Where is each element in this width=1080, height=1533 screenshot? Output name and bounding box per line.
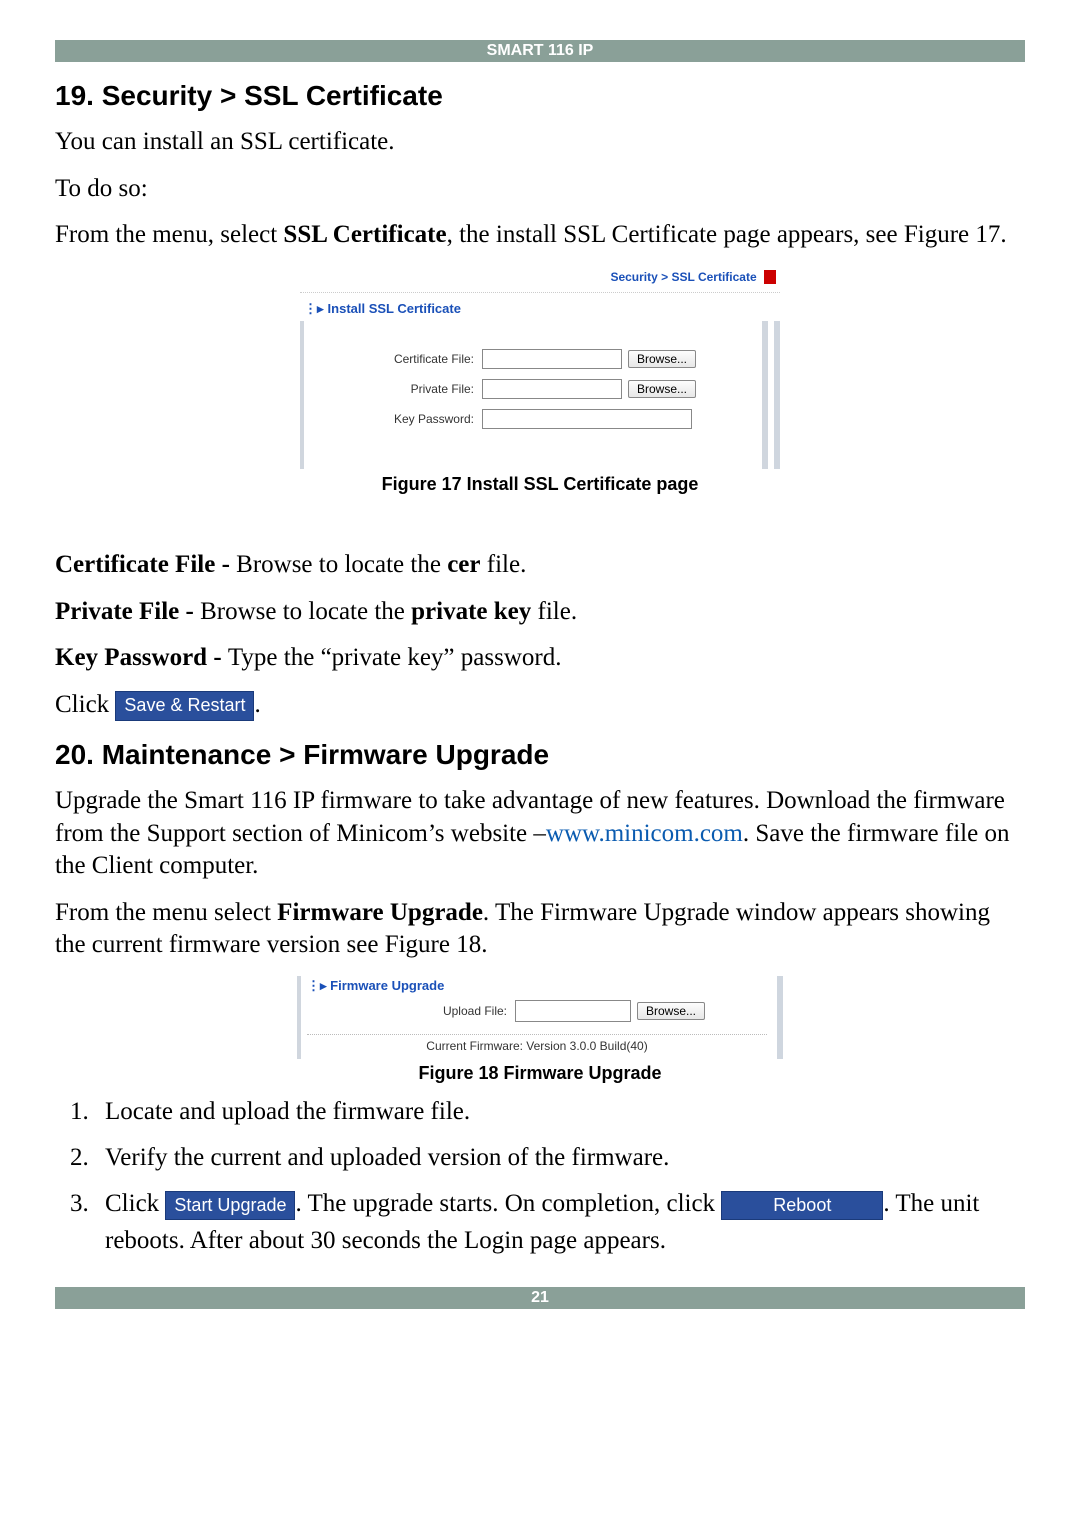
key-password-label: Key Password:	[314, 412, 482, 426]
header-title: SMART 116 IP	[487, 42, 594, 59]
private-file-label: Private File:	[314, 382, 482, 396]
page-footer: 21	[55, 1287, 1025, 1309]
key-password-input[interactable]	[482, 409, 692, 429]
certificate-file-row: Certificate File: Browse...	[314, 349, 752, 369]
steps-list: Locate and upload the firmware file. Ver…	[55, 1094, 1025, 1259]
section-19-p2: To do so:	[55, 173, 1025, 206]
current-firmware-label: Current Firmware: Version 3.0.0 Build(40…	[307, 1034, 767, 1053]
private-file-input[interactable]	[482, 379, 622, 399]
expand-icon: ⋮▸	[307, 978, 327, 993]
figure-18: ⋮▸ Firmware Upgrade Upload File: Browse.…	[297, 976, 783, 1059]
section-19-p1: You can install an SSL certificate.	[55, 126, 1025, 159]
expand-icon: ⋮▸	[304, 301, 324, 316]
key-pass-def: Key Password - Type the “private key” pa…	[55, 642, 1025, 675]
start-upgrade-button[interactable]: Start Upgrade	[165, 1191, 295, 1220]
upload-file-label: Upload File:	[307, 1004, 515, 1018]
section-19-heading: 19. Security > SSL Certificate	[55, 80, 1025, 112]
priv-file-def: Private File - Browse to locate the priv…	[55, 596, 1025, 629]
upload-file-input[interactable]	[515, 1000, 631, 1022]
step-1: Locate and upload the firmware file.	[95, 1094, 1025, 1130]
certificate-file-input[interactable]	[482, 349, 622, 369]
page-header: SMART 116 IP	[55, 40, 1025, 62]
section-20-p1: Upgrade the Smart 116 IP firmware to tak…	[55, 785, 1025, 883]
panel-title: ⋮▸Install SSL Certificate	[300, 293, 780, 321]
private-browse-button[interactable]: Browse...	[628, 380, 696, 398]
section-20-heading: 20. Maintenance > Firmware Upgrade	[55, 739, 1025, 771]
breadcrumb-ssl: SSL Certificate	[672, 270, 757, 284]
step-3: Click Start Upgrade. The upgrade starts.…	[95, 1186, 1025, 1259]
firmware-upgrade-title: ⋮▸ Firmware Upgrade	[307, 978, 767, 994]
reboot-button[interactable]: Reboot	[721, 1191, 883, 1220]
figure-17-caption: Figure 17 Install SSL Certificate page	[55, 474, 1025, 495]
figure-17: Security > SSL Certificate ⋮▸Install SSL…	[300, 266, 780, 470]
figure-18-caption: Figure 18 Firmware Upgrade	[55, 1063, 1025, 1084]
upload-file-row: Upload File: Browse...	[307, 1000, 767, 1022]
page-number: 21	[531, 1289, 549, 1306]
certificate-file-label: Certificate File:	[314, 352, 482, 366]
section-19-p3: From the menu, select SSL Certificate, t…	[55, 219, 1025, 252]
click-save-restart: Click Save & Restart.	[55, 689, 1025, 722]
breadcrumb-security: Security	[610, 270, 657, 284]
minicom-link[interactable]: www.minicom.com	[546, 820, 743, 847]
save-restart-button[interactable]: Save & Restart	[115, 691, 254, 720]
help-icon[interactable]	[764, 270, 776, 284]
certificate-browse-button[interactable]: Browse...	[628, 350, 696, 368]
private-file-row: Private File: Browse...	[314, 379, 752, 399]
upload-browse-button[interactable]: Browse...	[637, 1002, 705, 1020]
ssl-panel: Certificate File: Browse... Private File…	[300, 321, 780, 469]
key-password-row: Key Password:	[314, 409, 752, 429]
section-20-p2: From the menu select Firmware Upgrade. T…	[55, 897, 1025, 962]
breadcrumb: Security > SSL Certificate	[300, 266, 780, 294]
step-2: Verify the current and uploaded version …	[95, 1140, 1025, 1176]
cert-file-def: Certificate File - Browse to locate the …	[55, 549, 1025, 582]
